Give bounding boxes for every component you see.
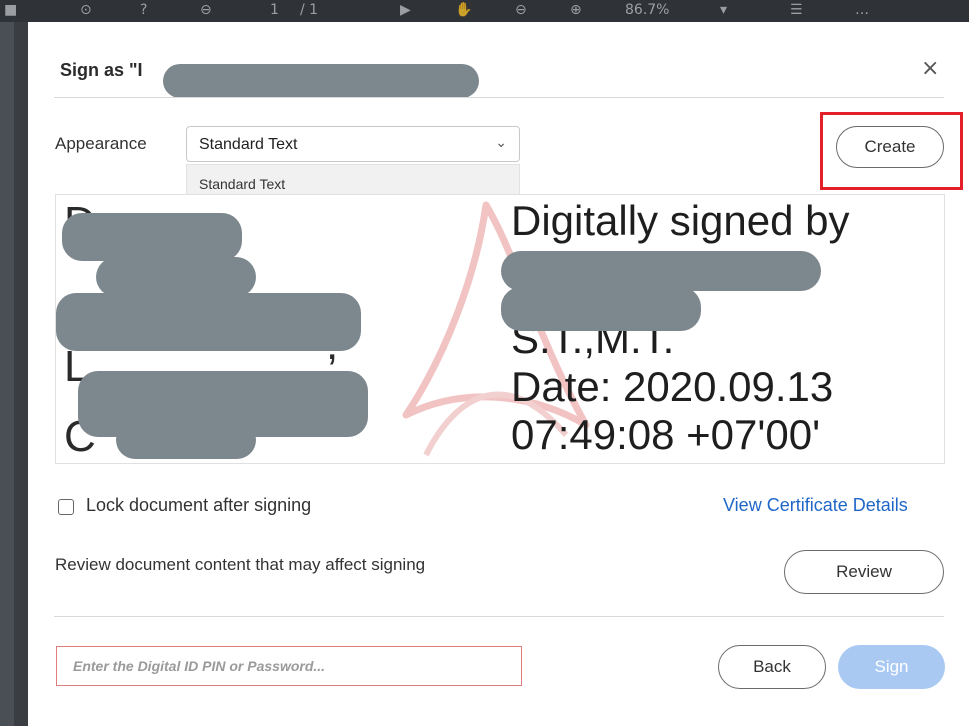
comment-icon[interactable]: ⊙ [80,2,92,18]
zoom-out-icon[interactable]: ⊖ [200,2,212,18]
back-button[interactable]: Back [718,645,826,689]
close-icon[interactable]: × [921,56,939,81]
redaction-signer-2 [501,287,701,331]
signature-line-1: Digitally signed by [511,197,850,244]
zoom-dropdown-icon[interactable]: ▾ [720,2,727,18]
review-button[interactable]: Review [784,550,944,594]
hand-tool-icon[interactable]: ✋ [455,2,472,18]
sign-dialog: Sign as "I × Appearance Standard Text ⌄ … [28,22,969,726]
zoom-out-button-icon[interactable]: ⊖ [515,2,527,18]
signature-preview: D L , C Digitally signed by S.T.,M.T. Da… [55,194,945,464]
footer-divider [54,616,944,617]
redaction-name-1 [62,213,242,261]
redaction-name-3 [56,293,361,351]
appearance-select[interactable]: Standard Text ⌄ [186,126,520,162]
lock-document-checkbox[interactable] [58,499,74,515]
page-total: / 1 [300,2,319,18]
review-description: Review document content that may affect … [55,555,426,574]
home-icon[interactable]: ■ [4,2,17,18]
dialog-title: Sign as "I [60,60,143,80]
redaction-name-5 [116,421,256,459]
create-button[interactable]: Create [836,126,944,168]
zoom-in-button-icon[interactable]: ⊕ [570,2,582,18]
appearance-option-label: Standard Text [199,176,286,192]
appearance-label: Appearance [55,134,147,153]
pin-input[interactable] [57,647,521,685]
page-display-icon[interactable]: ☰ [790,2,803,18]
signature-line-4: Date: 2020.09.13 [511,363,834,410]
sign-button[interactable]: Sign [838,645,945,689]
title-divider [54,97,944,98]
more-icon[interactable]: … [855,2,869,18]
redaction-name-2 [96,257,256,297]
redaction-title [163,64,479,98]
page-current[interactable]: 1 [270,2,279,18]
appearance-selected-value: Standard Text [199,136,298,153]
signature-line-5: 07:49:08 +07'00' [511,411,821,458]
view-certificate-link[interactable]: View Certificate Details [723,495,908,516]
help-icon[interactable]: ? [140,2,147,18]
redaction-signer-1 [501,251,821,291]
chevron-down-icon: ⌄ [495,135,507,151]
select-tool-icon[interactable]: ▶ [400,2,411,18]
app-left-strip [0,22,14,726]
lock-document-label[interactable]: Lock document after signing [86,495,311,516]
app-toolbar: ■ ⊙ ? ⊖ 1 / 1 ▶ ✋ ⊖ ⊕ 86.7% ▾ ☰ … [0,0,969,22]
zoom-level[interactable]: 86.7% [625,2,669,18]
pin-field-wrapper [56,646,522,686]
